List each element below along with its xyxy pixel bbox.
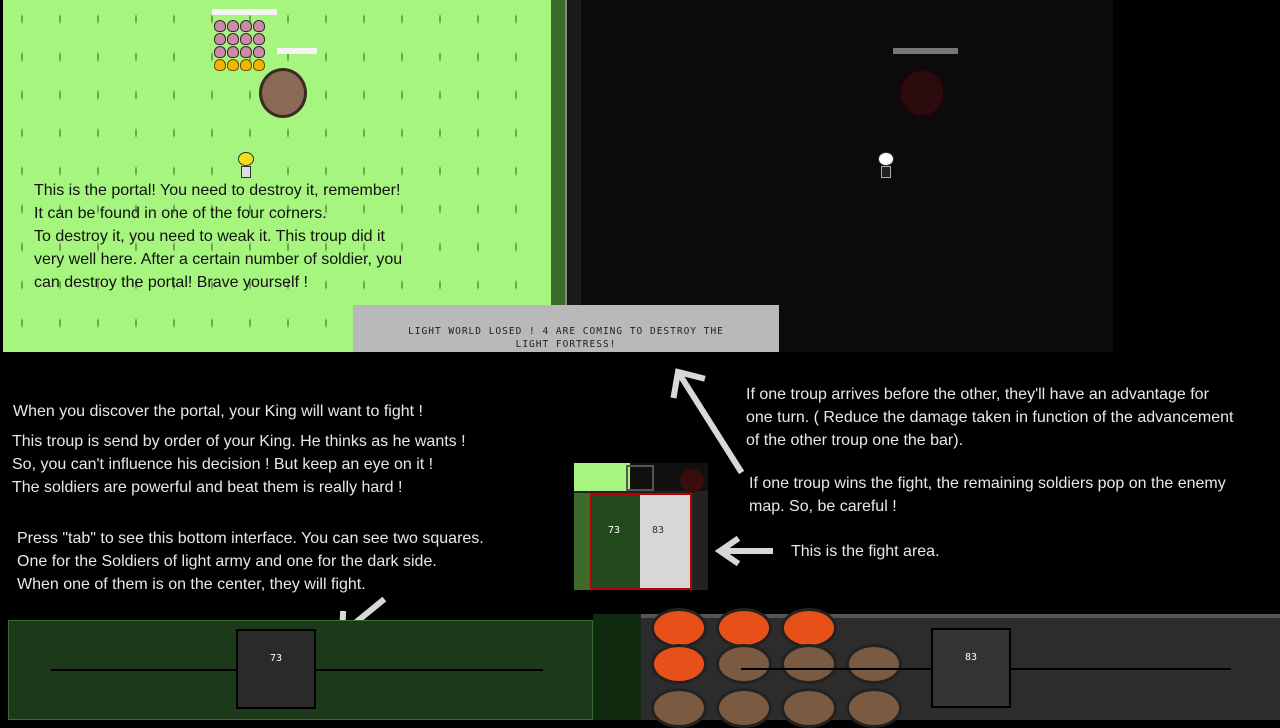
enemy-soldier-icon: [846, 688, 902, 728]
fight-area-portal-icon: [680, 469, 704, 493]
bottom-light-track-panel: 73: [8, 620, 593, 720]
arrows-overlay: [338, 368, 773, 637]
fight-area-dark-side: 83: [640, 493, 692, 590]
dark-soldier-count: 83: [652, 525, 665, 536]
enemy-soldier-icon: [846, 644, 902, 684]
fight-area-selector: [626, 465, 654, 491]
enemy-soldier-icon: [716, 688, 772, 728]
fight-area-left-strip: [574, 493, 590, 590]
enemy-soldier-icon: [781, 608, 837, 648]
light-army-count: 73: [269, 653, 283, 664]
dark-army-square[interactable]: 83: [931, 628, 1011, 708]
light-soldier-count: 73: [608, 525, 621, 536]
enemy-soldier-icon: [716, 644, 772, 684]
enemy-soldier-icon: [651, 644, 707, 684]
bottom-dark-track-panel: 83: [641, 608, 1280, 728]
fight-area-light-side: 73: [590, 493, 640, 590]
arrow-to-fight-area-icon: [714, 535, 773, 567]
enemy-soldier-icon: [651, 688, 707, 728]
enemy-soldier-icon: [781, 688, 837, 728]
fight-area: 73 83: [574, 463, 708, 590]
fight-area-light-map: [574, 463, 630, 491]
bottom-center-divider: [593, 614, 641, 720]
enemy-soldier-icon: [651, 608, 707, 648]
light-army-square[interactable]: 73: [236, 629, 316, 709]
dark-army-count: 83: [964, 652, 978, 663]
enemy-soldier-icon: [781, 644, 837, 684]
enemy-soldier-icon: [716, 608, 772, 648]
arrow-to-banner-icon: [670, 368, 745, 475]
